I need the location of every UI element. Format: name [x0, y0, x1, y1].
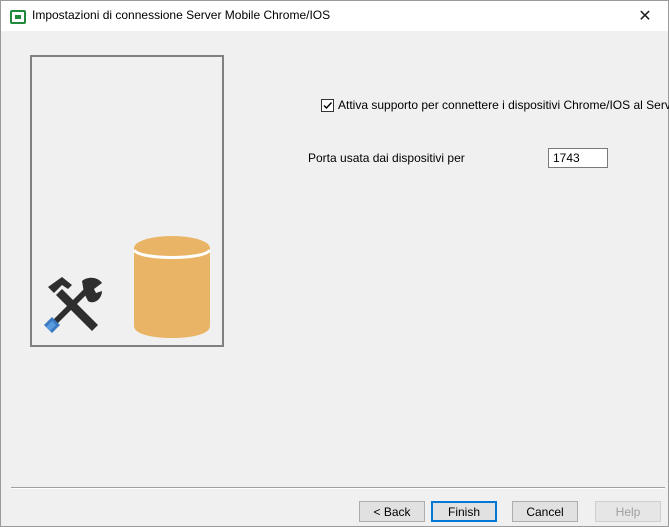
- title-bar[interactable]: Impostazioni di connessione Server Mobil…: [1, 1, 668, 31]
- enable-support-checkbox[interactable]: [321, 98, 334, 112]
- database-cylinder-icon: [132, 236, 212, 338]
- help-button: Help: [595, 501, 661, 522]
- dialog-window: Impostazioni di connessione Server Mobil…: [0, 0, 669, 527]
- app-window-icon: [10, 10, 26, 24]
- enable-support-label: Attiva supporto per connettere i disposi…: [338, 98, 669, 112]
- enable-support-option[interactable]: Attiva supporto per connettere i disposi…: [321, 98, 669, 112]
- port-label: Porta usata dai dispositivi per: [308, 151, 465, 165]
- finish-button[interactable]: Finish: [431, 501, 497, 522]
- window-title: Impostazioni di connessione Server Mobil…: [32, 8, 331, 22]
- cancel-button[interactable]: Cancel: [512, 501, 578, 522]
- dialog-content: Attiva supporto per connettere i disposi…: [1, 31, 669, 526]
- back-button[interactable]: < Back: [359, 501, 425, 522]
- wizard-image-panel: [30, 55, 224, 347]
- wrench-hammer-icon: [44, 277, 102, 333]
- button-separator: [11, 487, 665, 489]
- checkmark-icon: [323, 101, 333, 109]
- close-button[interactable]: ✕: [622, 1, 668, 31]
- port-input[interactable]: 1743: [548, 148, 608, 168]
